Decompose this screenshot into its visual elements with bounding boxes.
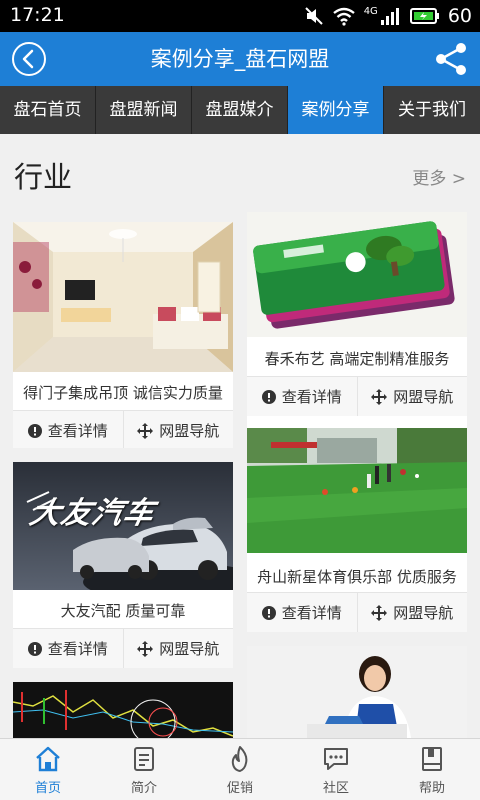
battery-icon: [409, 8, 439, 24]
home-icon: [36, 746, 60, 772]
navigation-button[interactable]: 网盟导航: [358, 593, 468, 632]
navigation-button[interactable]: 网盟导航: [124, 629, 234, 668]
bottom-tab-help[interactable]: 帮助: [384, 739, 480, 800]
navigation-label: 网盟导航: [159, 640, 220, 658]
tab-home[interactable]: 盘石首页: [0, 86, 96, 134]
title-bar: 案例分享_盘石网盟: [0, 32, 480, 86]
status-time: 17:21: [10, 4, 65, 26]
move-arrows-icon: [371, 388, 388, 405]
more-link[interactable]: 更多 >: [412, 164, 466, 189]
move-arrows-icon: [371, 604, 388, 621]
move-arrows-icon: [137, 640, 154, 657]
view-details-button[interactable]: 查看详情: [247, 377, 358, 416]
tab-cases[interactable]: 案例分享: [288, 86, 384, 134]
case-image[interactable]: [247, 212, 467, 337]
navigation-label: 网盟导航: [393, 604, 454, 622]
back-icon[interactable]: [11, 41, 47, 77]
signal-icon: [380, 8, 399, 25]
battery-level: 60: [447, 5, 472, 27]
case-caption: 得门子集成吊顶 诚信实力质量: [23, 384, 223, 402]
top-nav: 盘石首页 盘盟新闻 盘盟媒介 案例分享 关于我们: [0, 86, 480, 134]
info-icon: [261, 605, 276, 620]
chat-bubble-icon: [324, 748, 348, 770]
case-image[interactable]: [247, 646, 467, 738]
bottom-tab-intro[interactable]: 简介: [96, 739, 192, 800]
case-card[interactable]: 大友汽车 大友汽配 质量可靠 查看详情 网盟导航: [13, 462, 233, 668]
case-caption: 舟山新星体育俱乐部 优质服务: [257, 568, 457, 586]
case-card[interactable]: 得门子集成吊顶 诚信实力质量 查看详情 网盟导航: [13, 222, 233, 448]
case-card[interactable]: [13, 682, 233, 738]
case-actions: 查看详情 网盟导航: [13, 410, 233, 448]
case-card[interactable]: 舟山新星体育俱乐部 优质服务 查看详情 网盟导航: [247, 428, 467, 632]
tab-about[interactable]: 关于我们: [384, 86, 480, 134]
mute-icon: [304, 7, 323, 25]
case-caption: 大友汽配 质量可靠: [60, 602, 186, 620]
navigation-label: 网盟导航: [159, 422, 220, 440]
bottom-tab-label: 首页: [34, 781, 61, 796]
navigation-button[interactable]: 网盟导航: [124, 411, 234, 448]
case-actions: 查看详情 网盟导航: [247, 376, 467, 416]
book-icon: [422, 747, 442, 771]
move-arrows-icon: [137, 422, 154, 439]
view-details-button[interactable]: 查看详情: [13, 411, 124, 448]
bottom-tab-label: 社区: [322, 781, 349, 796]
flame-icon: [231, 746, 248, 772]
info-icon: [27, 423, 42, 438]
view-details-button[interactable]: 查看详情: [247, 593, 358, 632]
share-icon[interactable]: [434, 41, 468, 77]
navigation-button[interactable]: 网盟导航: [358, 377, 468, 416]
case-actions: 查看详情 网盟导航: [247, 592, 467, 632]
info-icon: [27, 641, 42, 656]
wifi-icon: [332, 7, 355, 26]
case-caption: 春禾布艺 高端定制精准服务: [264, 350, 450, 368]
bottom-tab-home[interactable]: 首页: [0, 739, 96, 800]
bottom-tab-bar: 首页 简介 促销 社区 帮助: [0, 738, 480, 800]
navigation-label: 网盟导航: [393, 388, 454, 406]
status-icons: 4G 60: [304, 3, 472, 29]
view-details-label: 查看详情: [47, 422, 108, 440]
case-image[interactable]: 大友汽车: [13, 462, 233, 590]
section-header: 行业 更多 >: [0, 134, 480, 198]
document-icon: [134, 747, 154, 771]
case-image[interactable]: [247, 428, 467, 553]
bottom-tab-label: 帮助: [418, 781, 445, 796]
case-card[interactable]: 春禾布艺 高端定制精准服务 查看详情 网盟导航: [247, 212, 467, 438]
case-actions: 查看详情 网盟导航: [13, 628, 233, 668]
bottom-tab-label: 简介: [130, 781, 157, 796]
case-image[interactable]: [13, 682, 233, 738]
tab-news[interactable]: 盘盟新闻: [96, 86, 192, 134]
view-details-button[interactable]: 查看详情: [13, 629, 124, 668]
section-title: 行业: [14, 160, 73, 194]
network-type: 4G: [363, 5, 378, 17]
view-details-label: 查看详情: [281, 388, 342, 406]
tab-media[interactable]: 盘盟媒介: [192, 86, 288, 134]
bottom-tab-label: 促销: [226, 781, 253, 796]
page-title: 案例分享_盘石网盟: [150, 47, 330, 71]
status-bar: 17:21 4G 60: [0, 0, 480, 32]
bottom-tab-community[interactable]: 社区: [288, 739, 384, 800]
case-image[interactable]: [13, 222, 233, 372]
car-banner-text: 大友汽车: [26, 496, 158, 531]
info-icon: [261, 389, 276, 404]
view-details-label: 查看详情: [47, 640, 108, 658]
bottom-tab-promo[interactable]: 促销: [192, 739, 288, 800]
view-details-label: 查看详情: [281, 604, 342, 622]
case-card[interactable]: [247, 646, 467, 738]
